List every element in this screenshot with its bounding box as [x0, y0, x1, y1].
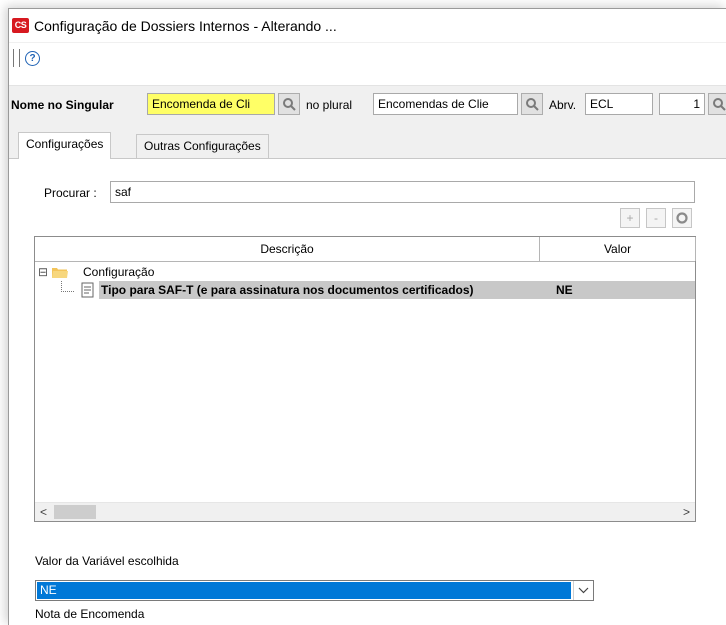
- refresh-icon: [676, 212, 688, 224]
- variable-selected-value: NE: [37, 582, 571, 599]
- title-bar: CS Configuração de Dossiers Internos - A…: [9, 9, 726, 42]
- singular-name-input[interactable]: Encomenda de Cli: [147, 93, 275, 115]
- plural-name-input[interactable]: Encomendas de Clie: [373, 93, 518, 115]
- tree-connector: [61, 281, 74, 292]
- tab-configuracoes[interactable]: Configurações: [18, 132, 112, 159]
- scroll-left-icon[interactable]: <: [35, 503, 52, 521]
- config-grid: Descrição Valor ⊟ Configuração Tipo para…: [34, 236, 696, 522]
- tree-item-label: Tipo para SAF-T (e para assinatura nos d…: [101, 283, 474, 297]
- plural-label: no plural: [306, 98, 353, 112]
- chevron-down-icon: [578, 587, 589, 594]
- variable-label: Valor da Variável escolhida: [35, 554, 179, 568]
- remove-row-button[interactable]: -: [646, 208, 666, 228]
- collapse-icon[interactable]: ⊟: [38, 263, 48, 281]
- number-lookup-button[interactable]: [708, 93, 726, 115]
- column-header-descricao[interactable]: Descrição: [35, 237, 539, 261]
- tab-outras-configuracoes[interactable]: Outras Configurações: [136, 134, 269, 158]
- tree-item-value: NE: [556, 283, 573, 297]
- magnifier-icon: [713, 98, 726, 111]
- folder-icon: [52, 268, 68, 278]
- search-label: Procurar :: [44, 186, 97, 200]
- scroll-thumb[interactable]: [54, 505, 96, 519]
- column-divider: [695, 237, 696, 261]
- singular-lookup-button[interactable]: [278, 93, 300, 115]
- variable-select[interactable]: NE: [35, 580, 594, 601]
- note-text: Nota de Encomenda: [35, 607, 145, 621]
- toolbar: ?: [9, 43, 726, 86]
- app-logo-icon: CS: [12, 18, 29, 33]
- singular-label: Nome no Singular: [11, 98, 114, 112]
- number-input[interactable]: 1: [659, 93, 705, 115]
- column-header-valor[interactable]: Valor: [540, 237, 695, 261]
- horizontal-scrollbar[interactable]: < >: [35, 502, 695, 521]
- grid-header: Descrição Valor: [35, 237, 696, 262]
- window-title: Configuração de Dossiers Internos - Alte…: [34, 18, 337, 34]
- add-row-button[interactable]: +: [620, 208, 640, 228]
- name-bar: Nome no Singular Encomenda de Cli no plu…: [9, 92, 726, 122]
- abbrev-input[interactable]: ECL: [585, 93, 653, 115]
- document-setting-icon: [81, 282, 94, 298]
- refresh-button[interactable]: [672, 208, 692, 228]
- toolbar-grip-icon[interactable]: [13, 49, 20, 67]
- dropdown-button[interactable]: [573, 581, 593, 600]
- search-input[interactable]: saf: [110, 181, 695, 203]
- tree-item-row[interactable]: Tipo para SAF-T (e para assinatura nos d…: [35, 281, 695, 299]
- abbrev-label: Abrv.: [549, 98, 577, 112]
- tree-group-row[interactable]: ⊟ Configuração: [35, 263, 695, 281]
- magnifier-icon: [526, 98, 539, 111]
- plural-lookup-button[interactable]: [521, 93, 543, 115]
- magnifier-icon: [283, 98, 296, 111]
- tab-strip: Configurações Outras Configurações: [9, 132, 726, 159]
- tree-group-label: Configuração: [83, 265, 155, 279]
- scroll-right-icon[interactable]: >: [678, 503, 695, 521]
- dialog-window: CS Configuração de Dossiers Internos - A…: [8, 8, 726, 625]
- help-icon[interactable]: ?: [25, 51, 40, 66]
